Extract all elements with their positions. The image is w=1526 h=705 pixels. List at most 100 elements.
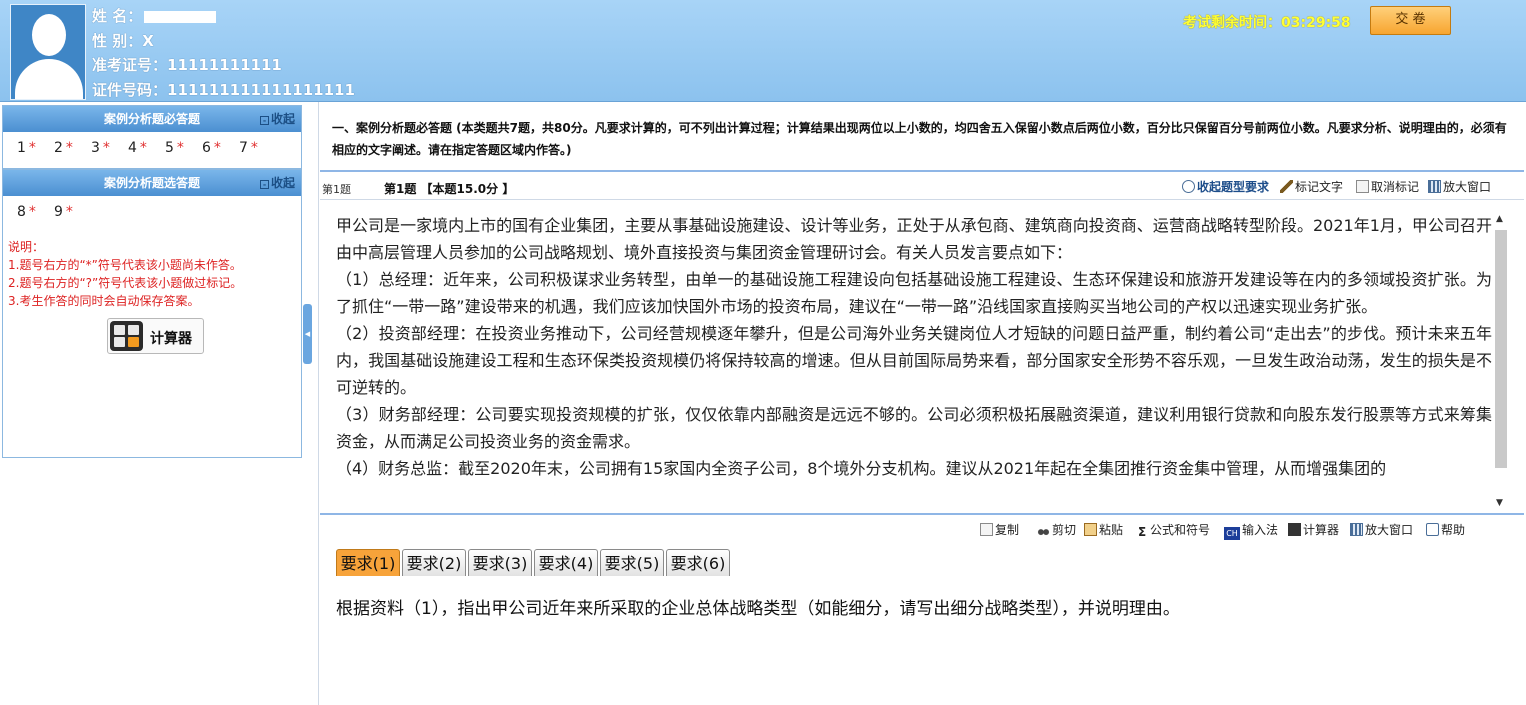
tab-requirement-2[interactable]: 要求(2) bbox=[402, 549, 466, 576]
scroll-thumb[interactable] bbox=[1495, 230, 1507, 468]
tab-requirement-5[interactable]: 要求(5) bbox=[600, 549, 664, 576]
name-redacted bbox=[144, 10, 217, 23]
enlarge-label: 放大窗口 bbox=[1443, 180, 1492, 194]
avatar-head bbox=[32, 14, 66, 56]
collapse-required-button[interactable]: - 收起 bbox=[259, 106, 295, 132]
optional-title-text: 案例分析题选答题 bbox=[103, 176, 200, 190]
candidate-photo bbox=[10, 4, 86, 100]
input-method-label: 输入法 bbox=[1242, 523, 1279, 537]
sidebar: 案例分析题必答题 - 收起 1 * 2 * 3 * 4 * 5 * 6 * 7 * 案例分析题选答题 - 收起… bbox=[0, 102, 304, 705]
optional-question-list: 8 * 9 * bbox=[3, 196, 301, 220]
enlarge-icon bbox=[1350, 523, 1363, 536]
material-scrollbar[interactable]: ▲ ▼ bbox=[1494, 212, 1508, 508]
mark-text-label: 标记文字 bbox=[1295, 180, 1344, 194]
material-paragraph: （3）财务部经理：公司要实现投资规模的扩张，仅仅依靠内部融资是远远不够的。公司必… bbox=[336, 405, 1492, 451]
tab-requirement-6[interactable]: 要求(6) bbox=[666, 549, 730, 576]
header-bar: 姓 名： 性 别：X 准考证号：11111111111 证件号码：1111111… bbox=[0, 0, 1526, 102]
mark-text-button[interactable]: 标记文字 bbox=[1280, 178, 1343, 195]
question-number: 8 bbox=[17, 204, 26, 220]
unmark-label: 取消标记 bbox=[1371, 180, 1420, 194]
hide-requirements-label: 收起题型要求 bbox=[1197, 180, 1270, 194]
tab-requirement-4[interactable]: 要求(4) bbox=[534, 549, 598, 576]
question-link[interactable]: 9 * bbox=[54, 204, 91, 220]
question-number: 9 bbox=[54, 204, 63, 220]
scissors-icon bbox=[1037, 523, 1050, 536]
note-line: 3.考生作答的同时会自动保存答案。 bbox=[8, 294, 200, 308]
editor-toolbar: 复制 剪切 粘贴 Σ 公式和符号 CH 输入法 计算器 放大窗口 帮助 bbox=[320, 517, 1524, 540]
question-link[interactable]: 1 * bbox=[17, 140, 54, 156]
question-number: 4 bbox=[128, 140, 137, 156]
enlarge-window-button[interactable]: 放大窗口 bbox=[1428, 178, 1491, 195]
question-link[interactable]: 8 * bbox=[17, 204, 54, 220]
question-number: 3 bbox=[91, 140, 100, 156]
formula-label: 公式和符号 bbox=[1150, 523, 1211, 537]
formula-button[interactable]: Σ 公式和符号 bbox=[1138, 521, 1210, 539]
editor-enlarge-button[interactable]: 放大窗口 bbox=[1350, 521, 1413, 538]
paste-label: 粘贴 bbox=[1099, 523, 1124, 537]
candidate-info: 姓 名： 性 别：X 准考证号：11111111111 证件号码：1111111… bbox=[92, 4, 355, 102]
note-line: 2.题号右方的“?”符号代表该小题做过标记。 bbox=[8, 276, 243, 290]
separator bbox=[320, 170, 1524, 172]
copy-icon bbox=[980, 523, 993, 536]
editor-calculator-button[interactable]: 计算器 bbox=[1288, 521, 1339, 538]
required-question-list: 1 * 2 * 3 * 4 * 5 * 6 * 7 * bbox=[3, 132, 301, 156]
instructions-notes: 说明： 1.题号右方的“*”符号代表该小题尚未作答。 2.题号右方的“?”符号代… bbox=[8, 238, 242, 310]
note-line: 说明： bbox=[8, 240, 45, 254]
collapse-label: 收起 bbox=[270, 176, 295, 190]
sidebar-toggle-handle[interactable]: ◀ bbox=[303, 304, 312, 364]
help-button[interactable]: 帮助 bbox=[1426, 521, 1465, 538]
paste-button[interactable]: 粘贴 bbox=[1084, 521, 1123, 538]
tab-requirement-1[interactable]: 要求(1) bbox=[336, 549, 400, 576]
clipboard-icon bbox=[1084, 523, 1097, 536]
hide-requirements-button[interactable]: 收起题型要求 bbox=[1182, 178, 1269, 195]
input-method-button[interactable]: CH 输入法 bbox=[1224, 521, 1278, 540]
submit-exam-button[interactable]: 交 卷 bbox=[1370, 6, 1451, 35]
ticket-value: 11111111111 bbox=[167, 56, 282, 74]
question-link[interactable]: 4 * bbox=[128, 140, 165, 156]
id-label: 证件号码： bbox=[92, 80, 168, 99]
unanswered-mark: * bbox=[28, 140, 36, 156]
question-number: 2 bbox=[54, 140, 63, 156]
question-link[interactable]: 7 * bbox=[239, 140, 276, 156]
copy-button[interactable]: 复制 bbox=[980, 521, 1019, 538]
unanswered-mark: * bbox=[65, 204, 73, 220]
required-panel: 案例分析题必答题 - 收起 1 * 2 * 3 * 4 * 5 * 6 * 7 * bbox=[2, 105, 302, 169]
collapse-optional-button[interactable]: - 收起 bbox=[259, 170, 295, 196]
question-link[interactable]: 6 * bbox=[202, 140, 239, 156]
question-link[interactable]: 3 * bbox=[91, 140, 128, 156]
unanswered-mark: * bbox=[65, 140, 73, 156]
scroll-up-icon[interactable]: ▲ bbox=[1496, 214, 1503, 224]
minus-icon: - bbox=[259, 180, 269, 189]
ch-icon: CH bbox=[1224, 527, 1240, 540]
copy-label: 复制 bbox=[995, 523, 1020, 537]
unmark-button[interactable]: 取消标记 bbox=[1356, 178, 1419, 195]
section-instructions: 一、案例分析题必答题 (本类题共7题，共80分。凡要求计算的，可不列出计算过程；… bbox=[332, 121, 1507, 157]
tab-requirement-3[interactable]: 要求(3) bbox=[468, 549, 532, 576]
calculator-label: 计算器 bbox=[150, 331, 192, 347]
help-icon bbox=[1426, 523, 1439, 536]
requirement-text: 根据资料（1），指出甲公司近年来所采取的企业总体战略类型（如能细分，请写出细分战… bbox=[336, 599, 1180, 619]
material-paragraph: （4）财务总监：截至2020年末，公司拥有15家国内全资子公司，8个境外分支机构… bbox=[336, 459, 1387, 478]
question-number: 1 bbox=[17, 140, 26, 156]
question-number: 7 bbox=[239, 140, 248, 156]
question-link[interactable]: 2 * bbox=[54, 140, 91, 156]
editor-enlarge-label: 放大窗口 bbox=[1365, 523, 1414, 537]
cut-button[interactable]: 剪切 bbox=[1037, 521, 1076, 538]
remaining-time: 考试剩余时间：03:29:58 bbox=[1183, 12, 1351, 32]
unanswered-mark: * bbox=[213, 140, 221, 156]
sigma-icon: Σ bbox=[1138, 525, 1147, 539]
question-bar: 第1题 第1题 【本题15.0分 】 收起题型要求 标记文字 取消标记 放大窗口 bbox=[320, 173, 1524, 199]
calculator-button[interactable]: 计算器 bbox=[107, 318, 204, 354]
scroll-down-icon[interactable]: ▼ bbox=[1496, 498, 1503, 508]
unanswered-mark: * bbox=[250, 140, 258, 156]
minus-icon: - bbox=[259, 116, 269, 125]
material-paragraph: （1）总经理：近年来，公司积极谋求业务转型，由单一的基础设施工程建设向包括基础设… bbox=[336, 270, 1492, 316]
editor-calculator-label: 计算器 bbox=[1303, 523, 1340, 537]
unanswered-mark: * bbox=[28, 204, 36, 220]
question-link[interactable]: 5 * bbox=[165, 140, 202, 156]
help-label: 帮助 bbox=[1441, 523, 1466, 537]
required-panel-title: 案例分析题必答题 - 收起 bbox=[3, 106, 301, 132]
optional-panel-title: 案例分析题选答题 - 收起 bbox=[3, 170, 301, 196]
case-material: 甲公司是一家境内上市的国有企业集团，主要从事基础设施建设、设计等业务，正处于从承… bbox=[336, 212, 1492, 508]
calculator-icon bbox=[1288, 523, 1301, 536]
